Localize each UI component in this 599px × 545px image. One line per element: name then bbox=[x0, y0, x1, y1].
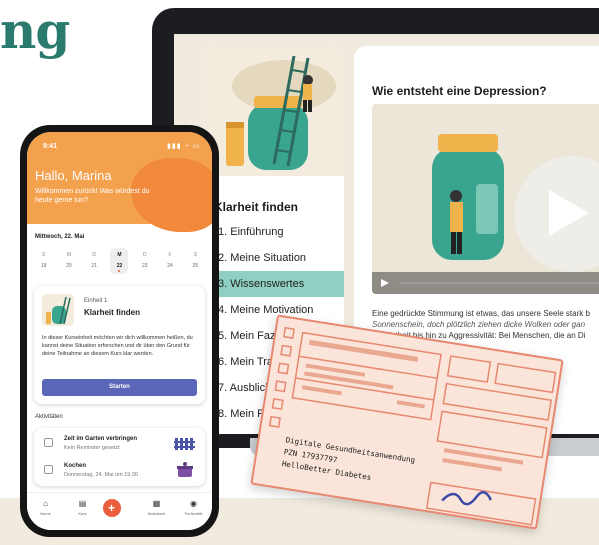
nav-home[interactable]: ⌂ Home bbox=[29, 499, 63, 516]
week-strip: S 19 M 20 D 21 M 22 D 23 F 24 S 25 bbox=[27, 248, 212, 274]
day-number: 22 bbox=[116, 263, 123, 269]
activity-subtitle: Donnerstag, 24. Mai um 19:30 bbox=[64, 472, 138, 478]
day-letter: D bbox=[92, 252, 97, 258]
start-button[interactable]: Starten bbox=[42, 379, 197, 396]
play-icon[interactable] bbox=[547, 188, 591, 238]
signal-icon: ▮▮▮ bbox=[167, 143, 182, 150]
unit-thumbnail bbox=[42, 294, 74, 326]
ladder-jar-illustration bbox=[226, 55, 336, 170]
day-letter: M bbox=[66, 252, 71, 258]
day-number: 25 bbox=[192, 263, 199, 269]
course-icon: ▤ bbox=[78, 499, 87, 508]
phone-header: 9:41 ▮▮▮ ◔ ▭ Hallo, Marina Willkommen zu… bbox=[27, 132, 212, 232]
week-day[interactable]: M 20 bbox=[60, 248, 78, 274]
wifi-icon: ◔ bbox=[184, 143, 190, 150]
day-number: 24 bbox=[167, 263, 173, 269]
home-icon: ⌂ bbox=[43, 499, 48, 508]
activity-subtitle: Kein Reminder gesetzt bbox=[64, 445, 120, 451]
day-letter: S bbox=[41, 252, 46, 258]
day-letter: M bbox=[117, 252, 122, 258]
unit-thumbnail-illustration bbox=[46, 296, 71, 325]
greeting: Hallo, Marina bbox=[35, 168, 112, 183]
day-number: 23 bbox=[141, 263, 148, 269]
day-number: 21 bbox=[91, 263, 97, 269]
week-day[interactable]: S 25 bbox=[186, 248, 204, 274]
video-progress-track[interactable] bbox=[400, 282, 599, 284]
lesson-title: Wie entsteht eine Depression? bbox=[372, 84, 547, 98]
week-day-selected[interactable]: M 22 bbox=[110, 248, 129, 274]
nav-label: Kurs bbox=[78, 511, 87, 516]
nav-notebook[interactable]: ▦ Notizbuch bbox=[140, 499, 174, 516]
week-day[interactable]: D 21 bbox=[85, 248, 103, 274]
phone-screen: 9:41 ▮▮▮ ◔ ▭ Hallo, Marina Willkommen zu… bbox=[27, 132, 212, 530]
unit-description: In dieser Kurseinheit möchten wir dich w… bbox=[42, 335, 193, 357]
phone-mockup: 9:41 ▮▮▮ ◔ ▭ Hallo, Marina Willkommen zu… bbox=[20, 125, 219, 537]
unit-label: Einheit 1 bbox=[84, 298, 108, 304]
day-number: 20 bbox=[66, 263, 72, 269]
course-lesson-item[interactable]: 2. Meine Situation bbox=[204, 245, 344, 271]
greeting-subtitle: Willkommen zurück! Was würdest du heute … bbox=[35, 188, 150, 204]
nav-label: Notizbuch bbox=[147, 511, 166, 516]
nav-label: Fortschritt bbox=[184, 511, 203, 516]
day-number: 19 bbox=[40, 263, 47, 269]
lesson-text-line: Eine gedrückte Stimmung ist etwas, das u… bbox=[372, 309, 590, 318]
activity-row[interactable]: Kochen Donnerstag, 24. Mai um 19:30 bbox=[34, 457, 205, 485]
current-date: Mittwoch, 22. Mai bbox=[35, 234, 85, 240]
notebook-icon: ▦ bbox=[152, 499, 161, 508]
cooking-pot-icon bbox=[177, 462, 193, 477]
bottom-nav: ⌂ Home ▤ Kurs + ▦ Notizbuch ◉ Fortschrit… bbox=[27, 492, 212, 530]
video-controls-bar[interactable] bbox=[372, 272, 599, 294]
plus-icon[interactable]: + bbox=[102, 499, 121, 517]
day-letter: S bbox=[193, 252, 197, 258]
nav-label: Home bbox=[40, 511, 51, 516]
week-day[interactable]: F 24 bbox=[161, 248, 179, 274]
eye-icon: ◉ bbox=[190, 499, 197, 508]
nav-add[interactable]: + bbox=[102, 499, 137, 517]
lesson-text-line: Sonnenschein, doch plötzlich ziehen dick… bbox=[372, 320, 586, 329]
nav-progress[interactable]: ◉ Fortschritt bbox=[177, 499, 211, 516]
week-day[interactable]: D 23 bbox=[136, 248, 154, 274]
course-title: Klarheit finden bbox=[214, 200, 299, 214]
brand-wordmark: ng bbox=[0, 1, 70, 60]
week-day[interactable]: S 19 bbox=[35, 248, 53, 274]
video-player[interactable] bbox=[372, 104, 599, 294]
unit-title: Klarheit finden bbox=[84, 308, 141, 317]
activity-checkbox[interactable] bbox=[44, 438, 53, 447]
unit-card[interactable]: Einheit 1 Klarheit finden In dieser Kurs… bbox=[34, 286, 205, 404]
activity-title: Zeit im Garten verbringen bbox=[64, 436, 138, 442]
course-lesson-item[interactable]: 1. Einführung bbox=[204, 219, 344, 245]
activity-checkbox[interactable] bbox=[44, 465, 53, 474]
status-time: 9:41 bbox=[43, 143, 58, 150]
fence-icon bbox=[174, 438, 195, 450]
day-letter: D bbox=[142, 252, 147, 258]
activities-card: Zeit im Garten verbringen Kein Reminder … bbox=[34, 428, 205, 486]
course-lesson-item-active[interactable]: 3. Wissenswertes bbox=[204, 271, 344, 297]
activity-row[interactable]: Zeit im Garten verbringen Kein Reminder … bbox=[34, 430, 205, 458]
course-lesson-item[interactable]: 4. Meine Motivation bbox=[204, 297, 344, 323]
nav-course[interactable]: ▤ Kurs bbox=[66, 499, 100, 516]
course-illustration bbox=[204, 46, 344, 176]
small-play-icon[interactable] bbox=[380, 278, 390, 288]
day-letter: F bbox=[168, 252, 172, 258]
battery-icon: ▭ bbox=[192, 143, 201, 150]
activity-title: Kochen bbox=[64, 463, 87, 469]
status-icons: ▮▮▮ ◔ ▭ bbox=[167, 142, 200, 150]
activities-header: Aktivitäten bbox=[35, 414, 63, 420]
